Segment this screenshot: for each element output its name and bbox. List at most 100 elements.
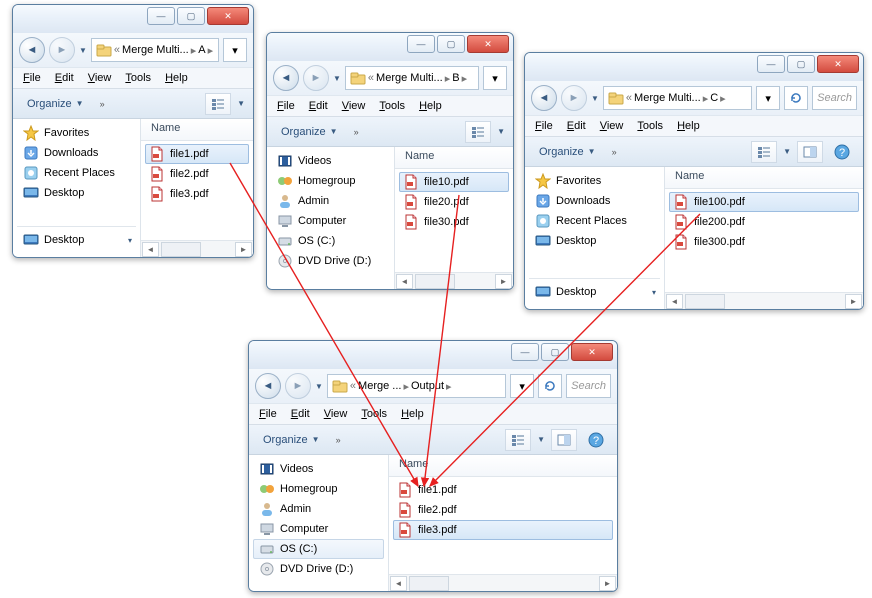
- menu-view[interactable]: View: [600, 120, 624, 132]
- help-button[interactable]: [829, 141, 855, 163]
- view-options-dropdown[interactable]: ▼: [237, 99, 245, 108]
- close-button[interactable]: ✕: [571, 343, 613, 361]
- sidebar-desktop[interactable]: Desktop: [17, 183, 136, 203]
- horizontal-scrollbar[interactable]: ◄►: [665, 292, 863, 309]
- view-options-button[interactable]: [465, 121, 491, 143]
- sidebar-os-c[interactable]: OS (C:): [253, 539, 384, 559]
- organize-button[interactable]: Organize ▼: [275, 124, 344, 140]
- menu-tools[interactable]: Tools: [125, 72, 151, 84]
- menu-view[interactable]: View: [324, 408, 348, 420]
- menu-file[interactable]: File: [23, 72, 41, 84]
- minimize-button[interactable]: —: [757, 55, 785, 73]
- sidebar-downloads[interactable]: Downloads: [529, 191, 660, 211]
- sidebar-computer[interactable]: Computer: [271, 211, 390, 231]
- footer-dropdown[interactable]: ▾: [128, 236, 132, 245]
- close-button[interactable]: ✕: [817, 55, 859, 73]
- breadcrumb[interactable]: « Merge Multi... ▸ A ▸: [91, 38, 219, 62]
- minimize-button[interactable]: —: [407, 35, 435, 53]
- minimize-button[interactable]: —: [511, 343, 539, 361]
- sidebar-favorites[interactable]: Favorites: [529, 171, 660, 191]
- sidebar-videos[interactable]: Videos: [253, 459, 384, 479]
- file-item[interactable]: file1.pdf: [145, 144, 249, 164]
- close-button[interactable]: ✕: [207, 7, 249, 25]
- file-item[interactable]: file3.pdf: [145, 184, 249, 204]
- file-item[interactable]: file10.pdf: [399, 172, 509, 192]
- view-options-dropdown[interactable]: ▼: [783, 147, 791, 156]
- menu-view[interactable]: View: [342, 100, 366, 112]
- file-item[interactable]: file100.pdf: [669, 192, 859, 212]
- toolbar-overflow[interactable]: »: [96, 99, 109, 109]
- sidebar-computer[interactable]: Computer: [253, 519, 384, 539]
- forward-button[interactable]: ►: [561, 85, 587, 111]
- maximize-button[interactable]: ▢: [541, 343, 569, 361]
- menu-tools[interactable]: Tools: [379, 100, 405, 112]
- sidebar-homegroup[interactable]: Homegroup: [271, 171, 390, 191]
- menu-file[interactable]: File: [535, 120, 553, 132]
- menu-file[interactable]: File: [277, 100, 295, 112]
- horizontal-scrollbar[interactable]: ◄►: [395, 272, 513, 289]
- preview-pane-button[interactable]: [551, 429, 577, 451]
- back-button[interactable]: ◄: [19, 37, 45, 63]
- sidebar-downloads[interactable]: Downloads: [17, 143, 136, 163]
- column-header-name[interactable]: Name: [389, 455, 617, 477]
- address-dropdown[interactable]: ▾: [483, 66, 507, 90]
- maximize-button[interactable]: ▢: [177, 7, 205, 25]
- horizontal-scrollbar[interactable]: ◄►: [389, 574, 617, 591]
- file-item[interactable]: file2.pdf: [393, 500, 613, 520]
- sidebar-admin[interactable]: Admin: [271, 191, 390, 211]
- sidebar-recent-places[interactable]: Recent Places: [17, 163, 136, 183]
- breadcrumb[interactable]: « Merge Multi... ▸ C ▸: [603, 86, 752, 110]
- breadcrumb-part[interactable]: Merge Multi...: [376, 72, 443, 84]
- toolbar-overflow[interactable]: »: [332, 435, 345, 445]
- file-item[interactable]: file300.pdf: [669, 232, 859, 252]
- breadcrumb-part[interactable]: Merge Multi...: [634, 92, 701, 104]
- file-item[interactable]: file30.pdf: [399, 212, 509, 232]
- toolbar-overflow[interactable]: »: [608, 147, 621, 157]
- menu-edit[interactable]: Edit: [55, 72, 74, 84]
- sidebar-recent-places[interactable]: Recent Places: [529, 211, 660, 231]
- breadcrumb-part[interactable]: B: [452, 72, 459, 84]
- file-item[interactable]: file1.pdf: [393, 480, 613, 500]
- breadcrumb-part[interactable]: Merge ...: [358, 380, 401, 392]
- refresh-button[interactable]: [538, 374, 562, 398]
- sidebar-footer-desktop[interactable]: Desktop: [21, 230, 86, 250]
- sidebar-dvd-drive[interactable]: DVD Drive (D:): [253, 559, 384, 579]
- history-dropdown[interactable]: ▼: [315, 382, 323, 391]
- breadcrumb[interactable]: « Merge ... ▸ Output ▸: [327, 374, 506, 398]
- toolbar-overflow[interactable]: »: [350, 127, 363, 137]
- search-input[interactable]: Search: [566, 374, 611, 398]
- search-input[interactable]: Search: [812, 86, 857, 110]
- file-item[interactable]: file20.pdf: [399, 192, 509, 212]
- column-header-name[interactable]: Name: [395, 147, 513, 169]
- file-item[interactable]: file200.pdf: [669, 212, 859, 232]
- menu-view[interactable]: View: [88, 72, 112, 84]
- breadcrumb-part[interactable]: Merge Multi...: [122, 44, 189, 56]
- menu-tools[interactable]: Tools: [361, 408, 387, 420]
- sidebar-videos[interactable]: Videos: [271, 151, 390, 171]
- breadcrumb-part[interactable]: Output: [411, 380, 444, 392]
- column-header-name[interactable]: Name: [141, 119, 253, 141]
- history-dropdown[interactable]: ▼: [333, 74, 341, 83]
- sidebar-favorites[interactable]: Favorites: [17, 123, 136, 143]
- column-header-name[interactable]: Name: [665, 167, 863, 189]
- back-button[interactable]: ◄: [255, 373, 281, 399]
- maximize-button[interactable]: ▢: [787, 55, 815, 73]
- view-options-dropdown[interactable]: ▼: [537, 435, 545, 444]
- view-options-button[interactable]: [751, 141, 777, 163]
- file-item[interactable]: file3.pdf: [393, 520, 613, 540]
- address-dropdown[interactable]: ▾: [756, 86, 780, 110]
- help-button[interactable]: [583, 429, 609, 451]
- menu-help[interactable]: Help: [165, 72, 188, 84]
- menu-help[interactable]: Help: [677, 120, 700, 132]
- forward-button[interactable]: ►: [303, 65, 329, 91]
- horizontal-scrollbar[interactable]: ◄►: [141, 240, 253, 257]
- back-button[interactable]: ◄: [273, 65, 299, 91]
- organize-button[interactable]: Organize ▼: [533, 144, 602, 160]
- footer-dropdown[interactable]: ▾: [652, 288, 656, 297]
- preview-pane-button[interactable]: [797, 141, 823, 163]
- file-item[interactable]: file2.pdf: [145, 164, 249, 184]
- menu-edit[interactable]: Edit: [291, 408, 310, 420]
- sidebar-os-c[interactable]: OS (C:): [271, 231, 390, 251]
- menu-help[interactable]: Help: [401, 408, 424, 420]
- back-button[interactable]: ◄: [531, 85, 557, 111]
